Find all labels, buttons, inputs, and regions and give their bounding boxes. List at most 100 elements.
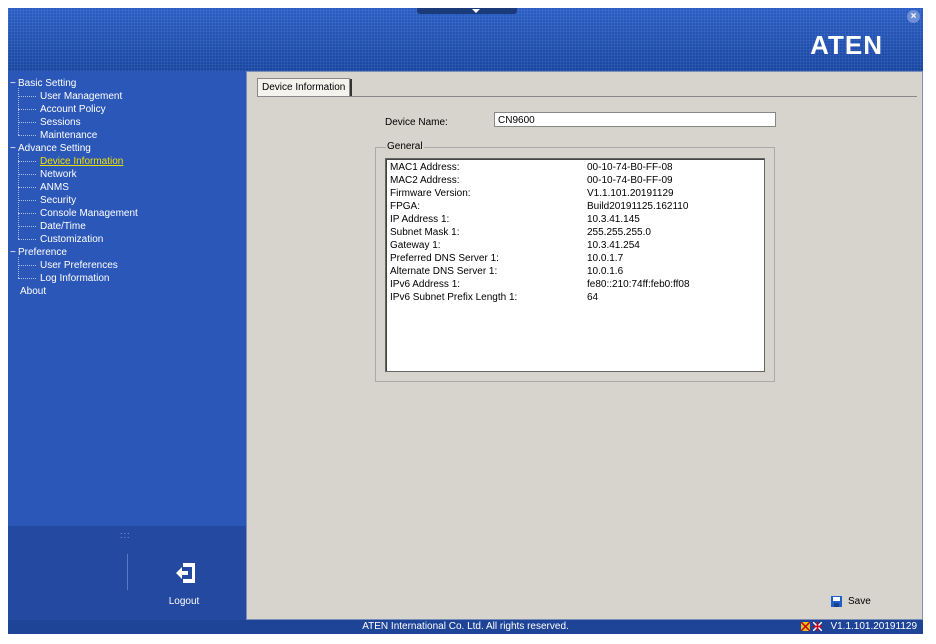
language-flag-icon[interactable] — [813, 622, 822, 631]
sidebar-item-maintenance[interactable]: Maintenance — [10, 129, 138, 142]
device-name-input[interactable]: CN9600 — [494, 112, 776, 127]
info-key: MAC1 Address: — [390, 162, 460, 173]
info-value: fe80::210:74ff:feb0:ff08 — [587, 279, 690, 290]
tree-connector — [18, 88, 19, 135]
sidebar-item-label: Device Information — [40, 156, 124, 167]
list-item: Alternate DNS Server 1: 10.0.1.6 — [390, 265, 760, 278]
tree-connector — [18, 257, 19, 278]
general-group-label: General — [386, 141, 424, 152]
sidebar-item-preference[interactable]: − Preference — [10, 246, 138, 259]
info-key: Firmware Version: — [390, 188, 471, 199]
settings-tree: − Basic Setting User Management Account Pol… — [10, 77, 138, 298]
tree-connector — [18, 153, 19, 239]
device-info-list[interactable]: MAC1 Address: 00-10-74-B0-FF-08 MAC2 Addre… — [385, 158, 765, 372]
aten-logo: ATEN — [810, 30, 883, 60]
save-button[interactable]: Save — [831, 595, 871, 609]
chevron-down-icon — [472, 9, 480, 13]
collapse-header-toggle[interactable] — [417, 8, 517, 14]
sidebar-footer: ::: Logout — [8, 526, 246, 620]
collapse-toggle-icon[interactable]: − — [10, 142, 18, 155]
sidebar-item-label: Account Policy — [40, 104, 106, 115]
info-value: 00-10-74-B0-FF-08 — [587, 162, 673, 173]
list-item: Gateway 1: 10.3.41.254 — [390, 239, 760, 252]
sidebar-item-label: Log Information — [40, 273, 110, 284]
info-value: 255.255.255.0 — [587, 227, 651, 238]
version-text: V1.1.101.20191129 — [830, 621, 917, 632]
sidebar-item-console-management[interactable]: Console Management — [10, 207, 138, 220]
info-value: 00-10-74-B0-FF-09 — [587, 175, 673, 186]
tab-device-information[interactable]: Device Information — [257, 78, 353, 97]
divider — [127, 554, 128, 590]
sidebar-item-label: Preference — [18, 247, 67, 258]
sidebar-item-label: About — [20, 286, 47, 297]
info-key: Gateway 1: — [390, 240, 441, 251]
sidebar-item-label: User Management — [40, 91, 123, 102]
info-value: 10.0.1.6 — [587, 266, 624, 277]
sidebar-item-label: Security — [40, 195, 77, 206]
sidebar-item-customization[interactable]: Customization — [10, 233, 138, 246]
sidebar-item-device-information[interactable]: Device Information — [10, 155, 138, 168]
info-key: Alternate DNS Server 1: — [390, 266, 498, 277]
copyright-text: ATEN International Co. Ltd. All rights r… — [362, 621, 569, 632]
sidebar-item-label: Customization — [40, 234, 104, 245]
info-value: V1.1.101.20191129 — [587, 188, 674, 199]
sidebar-item-date-time[interactable]: Date/Time — [10, 220, 138, 233]
list-item: Firmware Version: V1.1.101.20191129 — [390, 187, 760, 200]
sidebar-item-label: Advance Setting — [18, 143, 91, 154]
sidebar-item-label: Console Management — [40, 208, 138, 219]
sidebar-item-basic-setting[interactable]: − Basic Setting — [10, 77, 138, 90]
language-flag-icon[interactable] — [801, 622, 810, 631]
info-key: IPv6 Address 1: — [390, 279, 461, 290]
list-item: FPGA: Build20191125.162110 — [390, 200, 760, 213]
collapse-toggle-icon[interactable]: − — [10, 246, 18, 259]
sidebar-item-network[interactable]: Network — [10, 168, 138, 181]
list-item: IPv6 Address 1: fe80::210:74ff:feb0:ff08 — [390, 278, 760, 291]
content-panel: Device Information Device Name: CN9600 G… — [246, 71, 923, 620]
info-key: Subnet Mask 1: — [390, 227, 460, 238]
logout-icon[interactable] — [174, 561, 198, 585]
list-item: Subnet Mask 1: 255.255.255.0 — [390, 226, 760, 239]
sidebar-item-label: Sessions — [40, 117, 81, 128]
resize-grip[interactable]: ::: — [120, 530, 131, 540]
sidebar-item-anms[interactable]: ANMS — [10, 181, 138, 194]
header-bar: × ATEN — [8, 8, 923, 71]
info-key: MAC2 Address: — [390, 175, 460, 186]
sidebar-item-label: User Preferences — [40, 260, 118, 271]
sidebar-item-advance-setting[interactable]: − Advance Setting — [10, 142, 138, 155]
sidebar-item-label: Basic Setting — [18, 78, 77, 89]
save-label: Save — [848, 596, 871, 607]
sidebar-item-user-preferences[interactable]: User Preferences — [10, 259, 138, 272]
list-item: IP Address 1: 10.3.41.145 — [390, 213, 760, 226]
sidebar-item-account-policy[interactable]: Account Policy — [10, 103, 138, 116]
list-item: MAC1 Address: 00-10-74-B0-FF-08 — [390, 161, 760, 174]
sidebar-item-security[interactable]: Security — [10, 194, 138, 207]
sidebar-item-label: ANMS — [40, 182, 69, 193]
close-icon[interactable]: × — [907, 10, 920, 23]
info-value: 10.3.41.254 — [587, 240, 640, 251]
info-value: Build20191125.162110 — [587, 201, 689, 212]
info-key: IPv6 Subnet Prefix Length 1: — [390, 292, 518, 303]
app-window: × ATEN − Basic Setting User Management Acco… — [8, 8, 923, 634]
info-value: 64 — [587, 292, 599, 303]
info-key: IP Address 1: — [390, 214, 450, 225]
logout-button[interactable]: Logout — [158, 596, 210, 607]
collapse-toggle-icon[interactable]: − — [10, 77, 18, 90]
info-key: Preferred DNS Server 1: — [390, 253, 499, 264]
sidebar-item-label: Network — [40, 169, 77, 180]
device-name-label: Device Name: — [385, 117, 448, 128]
info-value: 10.3.41.145 — [587, 214, 640, 225]
sidebar-item-about[interactable]: About — [10, 285, 138, 298]
sidebar-item-user-management[interactable]: User Management — [10, 90, 138, 103]
sidebar-item-log-information[interactable]: Log Information — [10, 272, 138, 285]
main-content: Device Information Device Name: CN9600 G… — [246, 71, 923, 620]
list-item: IPv6 Subnet Prefix Length 1: 64 — [390, 291, 760, 304]
sidebar: − Basic Setting User Management Account Pol… — [8, 71, 246, 526]
sidebar-item-label: Date/Time — [40, 221, 86, 232]
status-bar: ATEN International Co. Ltd. All rights r… — [8, 620, 923, 634]
sidebar-item-sessions[interactable]: Sessions — [10, 116, 138, 129]
floppy-disk-icon — [831, 595, 842, 607]
sidebar-item-label: Maintenance — [40, 130, 98, 141]
info-value: 10.0.1.7 — [587, 253, 624, 264]
info-key: FPGA: — [390, 201, 421, 212]
tab-panel: Device Name: CN9600 General MAC1 Address… — [257, 96, 917, 617]
